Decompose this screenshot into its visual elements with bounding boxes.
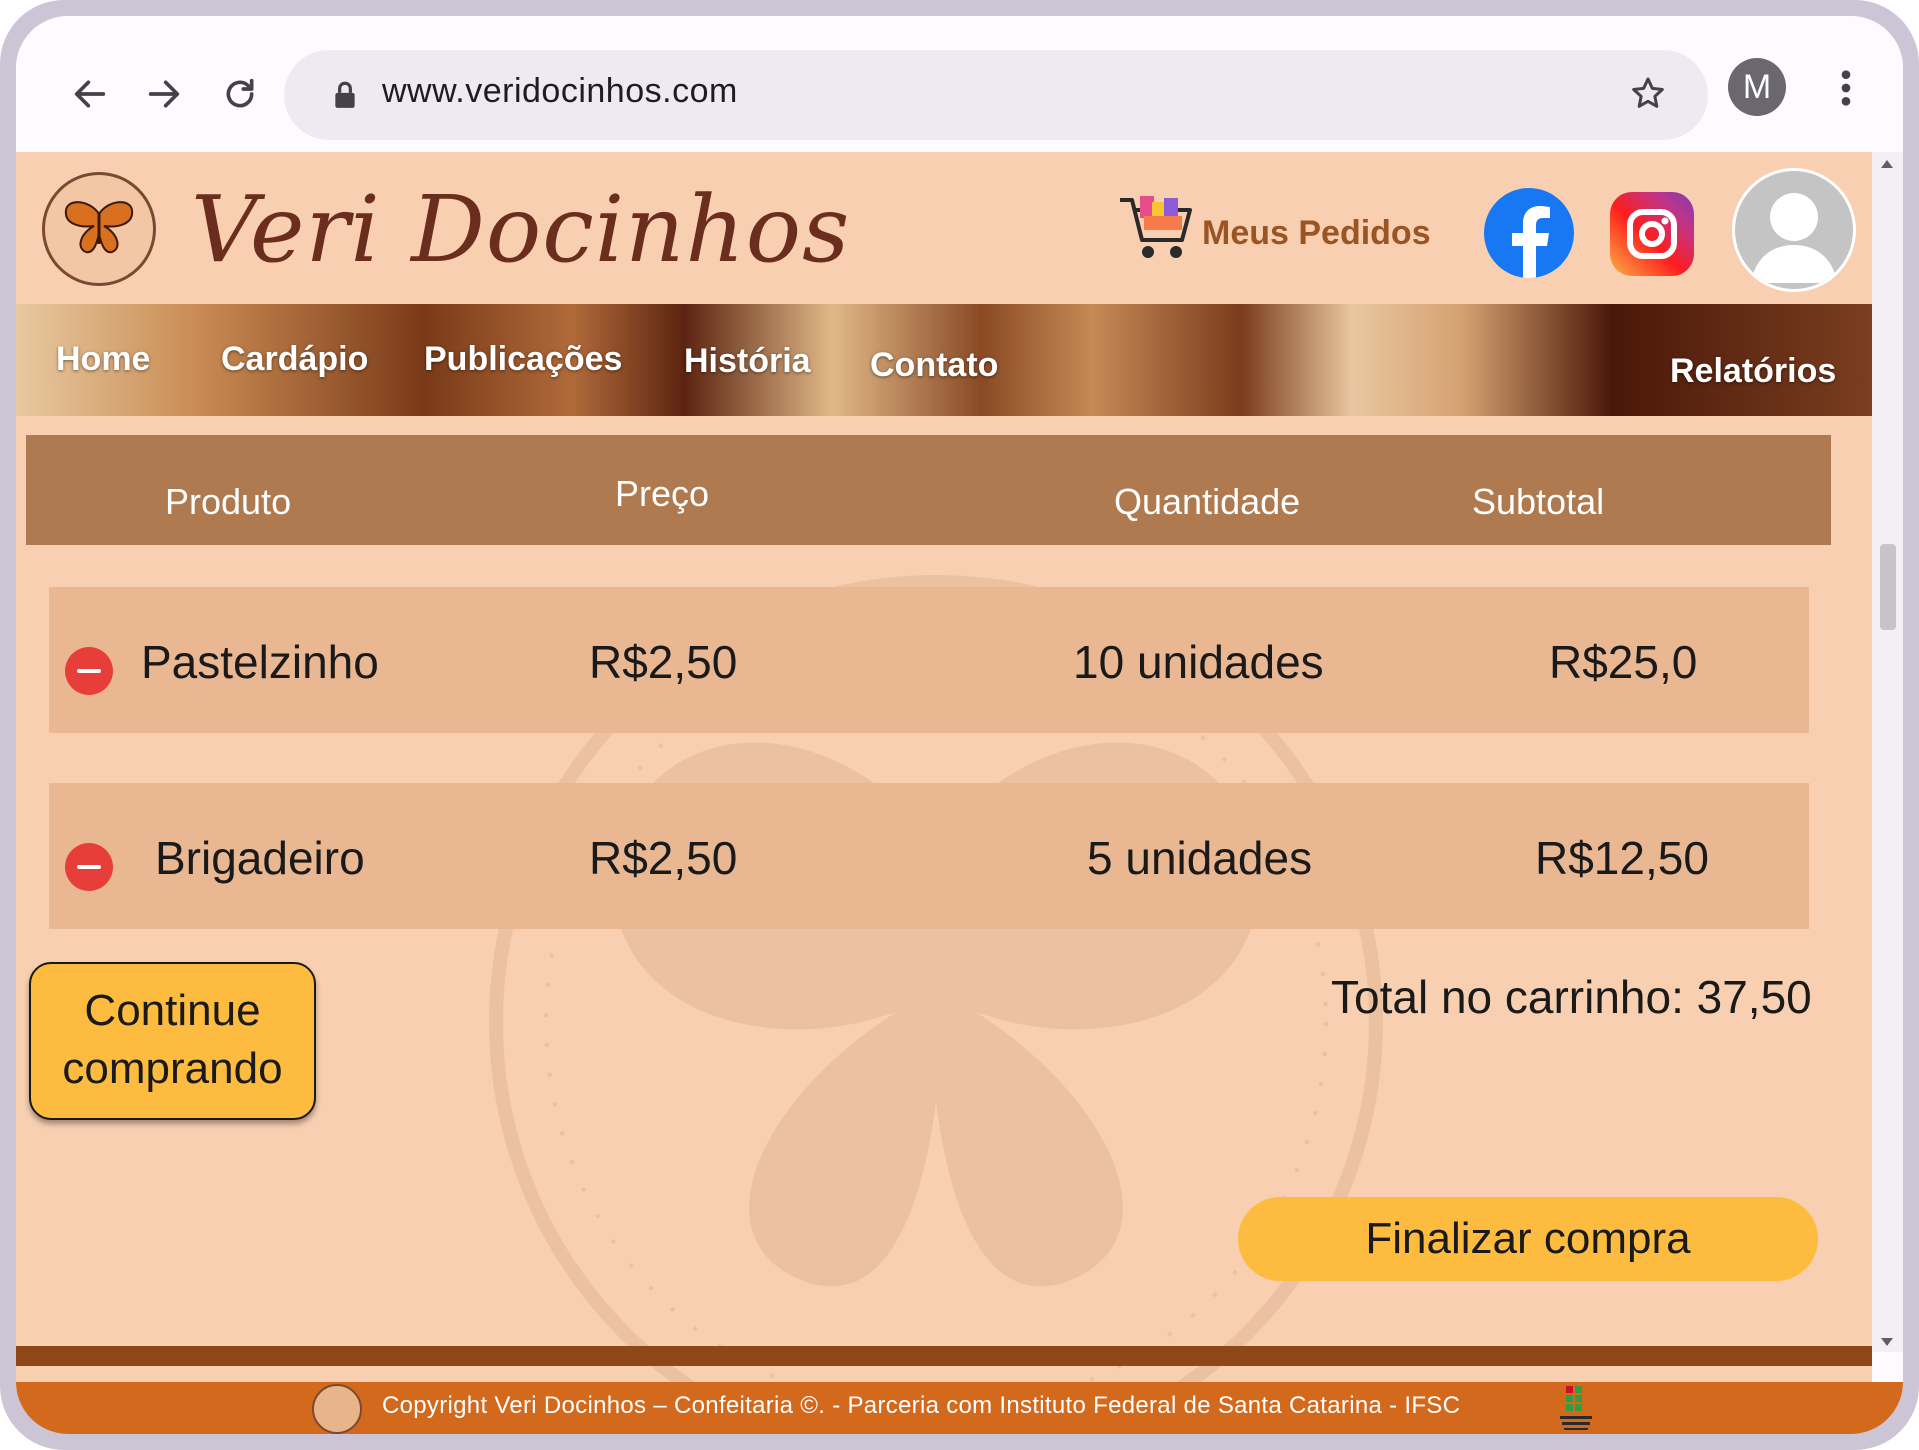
cart-table-header: Produto Preço Quantidade Subtotal	[26, 435, 1831, 545]
user-icon	[1751, 193, 1837, 283]
forward-button[interactable]	[136, 66, 192, 122]
column-header-preco: Preço	[615, 473, 710, 514]
instagram-icon	[1627, 209, 1677, 259]
scroll-down-arrow-icon[interactable]	[1881, 1338, 1893, 1346]
nav-publicacoes[interactable]: Publicações	[424, 340, 622, 379]
column-header-produto: Produto	[165, 481, 292, 522]
cart-row-produto: Pastelzinho	[141, 636, 379, 688]
nav-relatorios[interactable]: Relatórios	[1670, 352, 1836, 391]
ifsc-logo-icon	[1560, 1386, 1592, 1430]
cart-row-preco: R$2,50	[589, 832, 738, 884]
browser-profile-avatar[interactable]: M	[1728, 58, 1786, 116]
finalizar-compra-button[interactable]: Finalizar compra	[1238, 1197, 1818, 1281]
site-footer: Copyright Veri Docinhos – Confeitaria ©.…	[16, 1382, 1903, 1434]
page-viewport: Veri Docinhos Meus Pedidos Home Cardápio…	[16, 152, 1872, 1434]
cart-row-produto: Brigadeiro	[155, 832, 365, 884]
main-navigation: Home Cardápio Publicações História Conta…	[16, 304, 1872, 416]
brand-title: Veri Docinhos	[191, 176, 851, 283]
site-logo[interactable]	[42, 172, 156, 286]
nav-historia[interactable]: História	[684, 342, 811, 381]
device-frame: www.veridocinhos.com M Veri Docinhos Meu…	[0, 0, 1919, 1450]
cart-row-quantidade: 5 unidades	[1087, 832, 1313, 884]
browser-toolbar: www.veridocinhos.com M	[16, 16, 1903, 152]
footer-copyright: Copyright Veri Docinhos – Confeitaria ©.…	[382, 1392, 1461, 1419]
reload-icon	[226, 78, 254, 108]
nav-cardapio[interactable]: Cardápio	[221, 340, 368, 379]
cart-row-preco: R$2,50	[589, 636, 738, 688]
cart-row-subtotal: R$12,50	[1535, 832, 1709, 884]
arrow-right-icon	[148, 80, 180, 108]
facebook-icon	[1512, 206, 1550, 278]
scrollbar-thumb[interactable]	[1880, 544, 1896, 630]
vertical-scrollbar[interactable]	[1872, 152, 1903, 1352]
address-bar[interactable]: www.veridocinhos.com	[284, 50, 1708, 140]
cart-total: Total no carrinho: 37,50	[1331, 971, 1812, 1023]
url-text[interactable]: www.veridocinhos.com	[382, 72, 738, 111]
column-header-subtotal: Subtotal	[1472, 481, 1605, 522]
continue-shopping-button[interactable]: Continue comprando	[29, 962, 316, 1120]
cart-row: Brigadeiro R$2,50 5 unidades R$12,50	[49, 783, 1809, 929]
arrow-left-icon	[74, 80, 106, 108]
cart-row: Pastelzinho R$2,50 10 unidades R$25,0	[49, 587, 1809, 733]
facebook-link[interactable]	[1484, 188, 1574, 278]
continue-label-line1: Continue	[84, 986, 261, 1035]
bookmark-star-icon[interactable]	[1628, 74, 1668, 114]
instagram-link[interactable]	[1610, 192, 1694, 276]
shopping-cart-icon[interactable]	[1116, 192, 1196, 264]
back-button[interactable]	[62, 66, 118, 122]
user-profile-avatar[interactable]	[1732, 168, 1856, 292]
remove-item-icon[interactable]	[65, 843, 113, 891]
cart-row-subtotal: R$25,0	[1549, 636, 1698, 688]
butterfly-logo-icon	[64, 201, 134, 254]
continue-label-line2: comprando	[62, 1044, 283, 1093]
cart-row-quantidade: 10 unidades	[1073, 636, 1324, 688]
nav-home[interactable]: Home	[56, 340, 150, 379]
footer-divider	[16, 1346, 1872, 1366]
footer-logo-icon	[312, 1384, 362, 1434]
lock-icon	[335, 81, 355, 108]
remove-item-icon[interactable]	[65, 647, 113, 695]
nav-contato[interactable]: Contato	[870, 346, 998, 385]
scroll-up-arrow-icon[interactable]	[1881, 160, 1893, 168]
browser-window: www.veridocinhos.com M Veri Docinhos Meu…	[16, 16, 1903, 1434]
more-menu-icon[interactable]	[1838, 68, 1854, 108]
reload-button[interactable]	[212, 66, 268, 122]
meus-pedidos-link[interactable]: Meus Pedidos	[1202, 214, 1431, 253]
column-header-quantidade: Quantidade	[1114, 481, 1301, 522]
